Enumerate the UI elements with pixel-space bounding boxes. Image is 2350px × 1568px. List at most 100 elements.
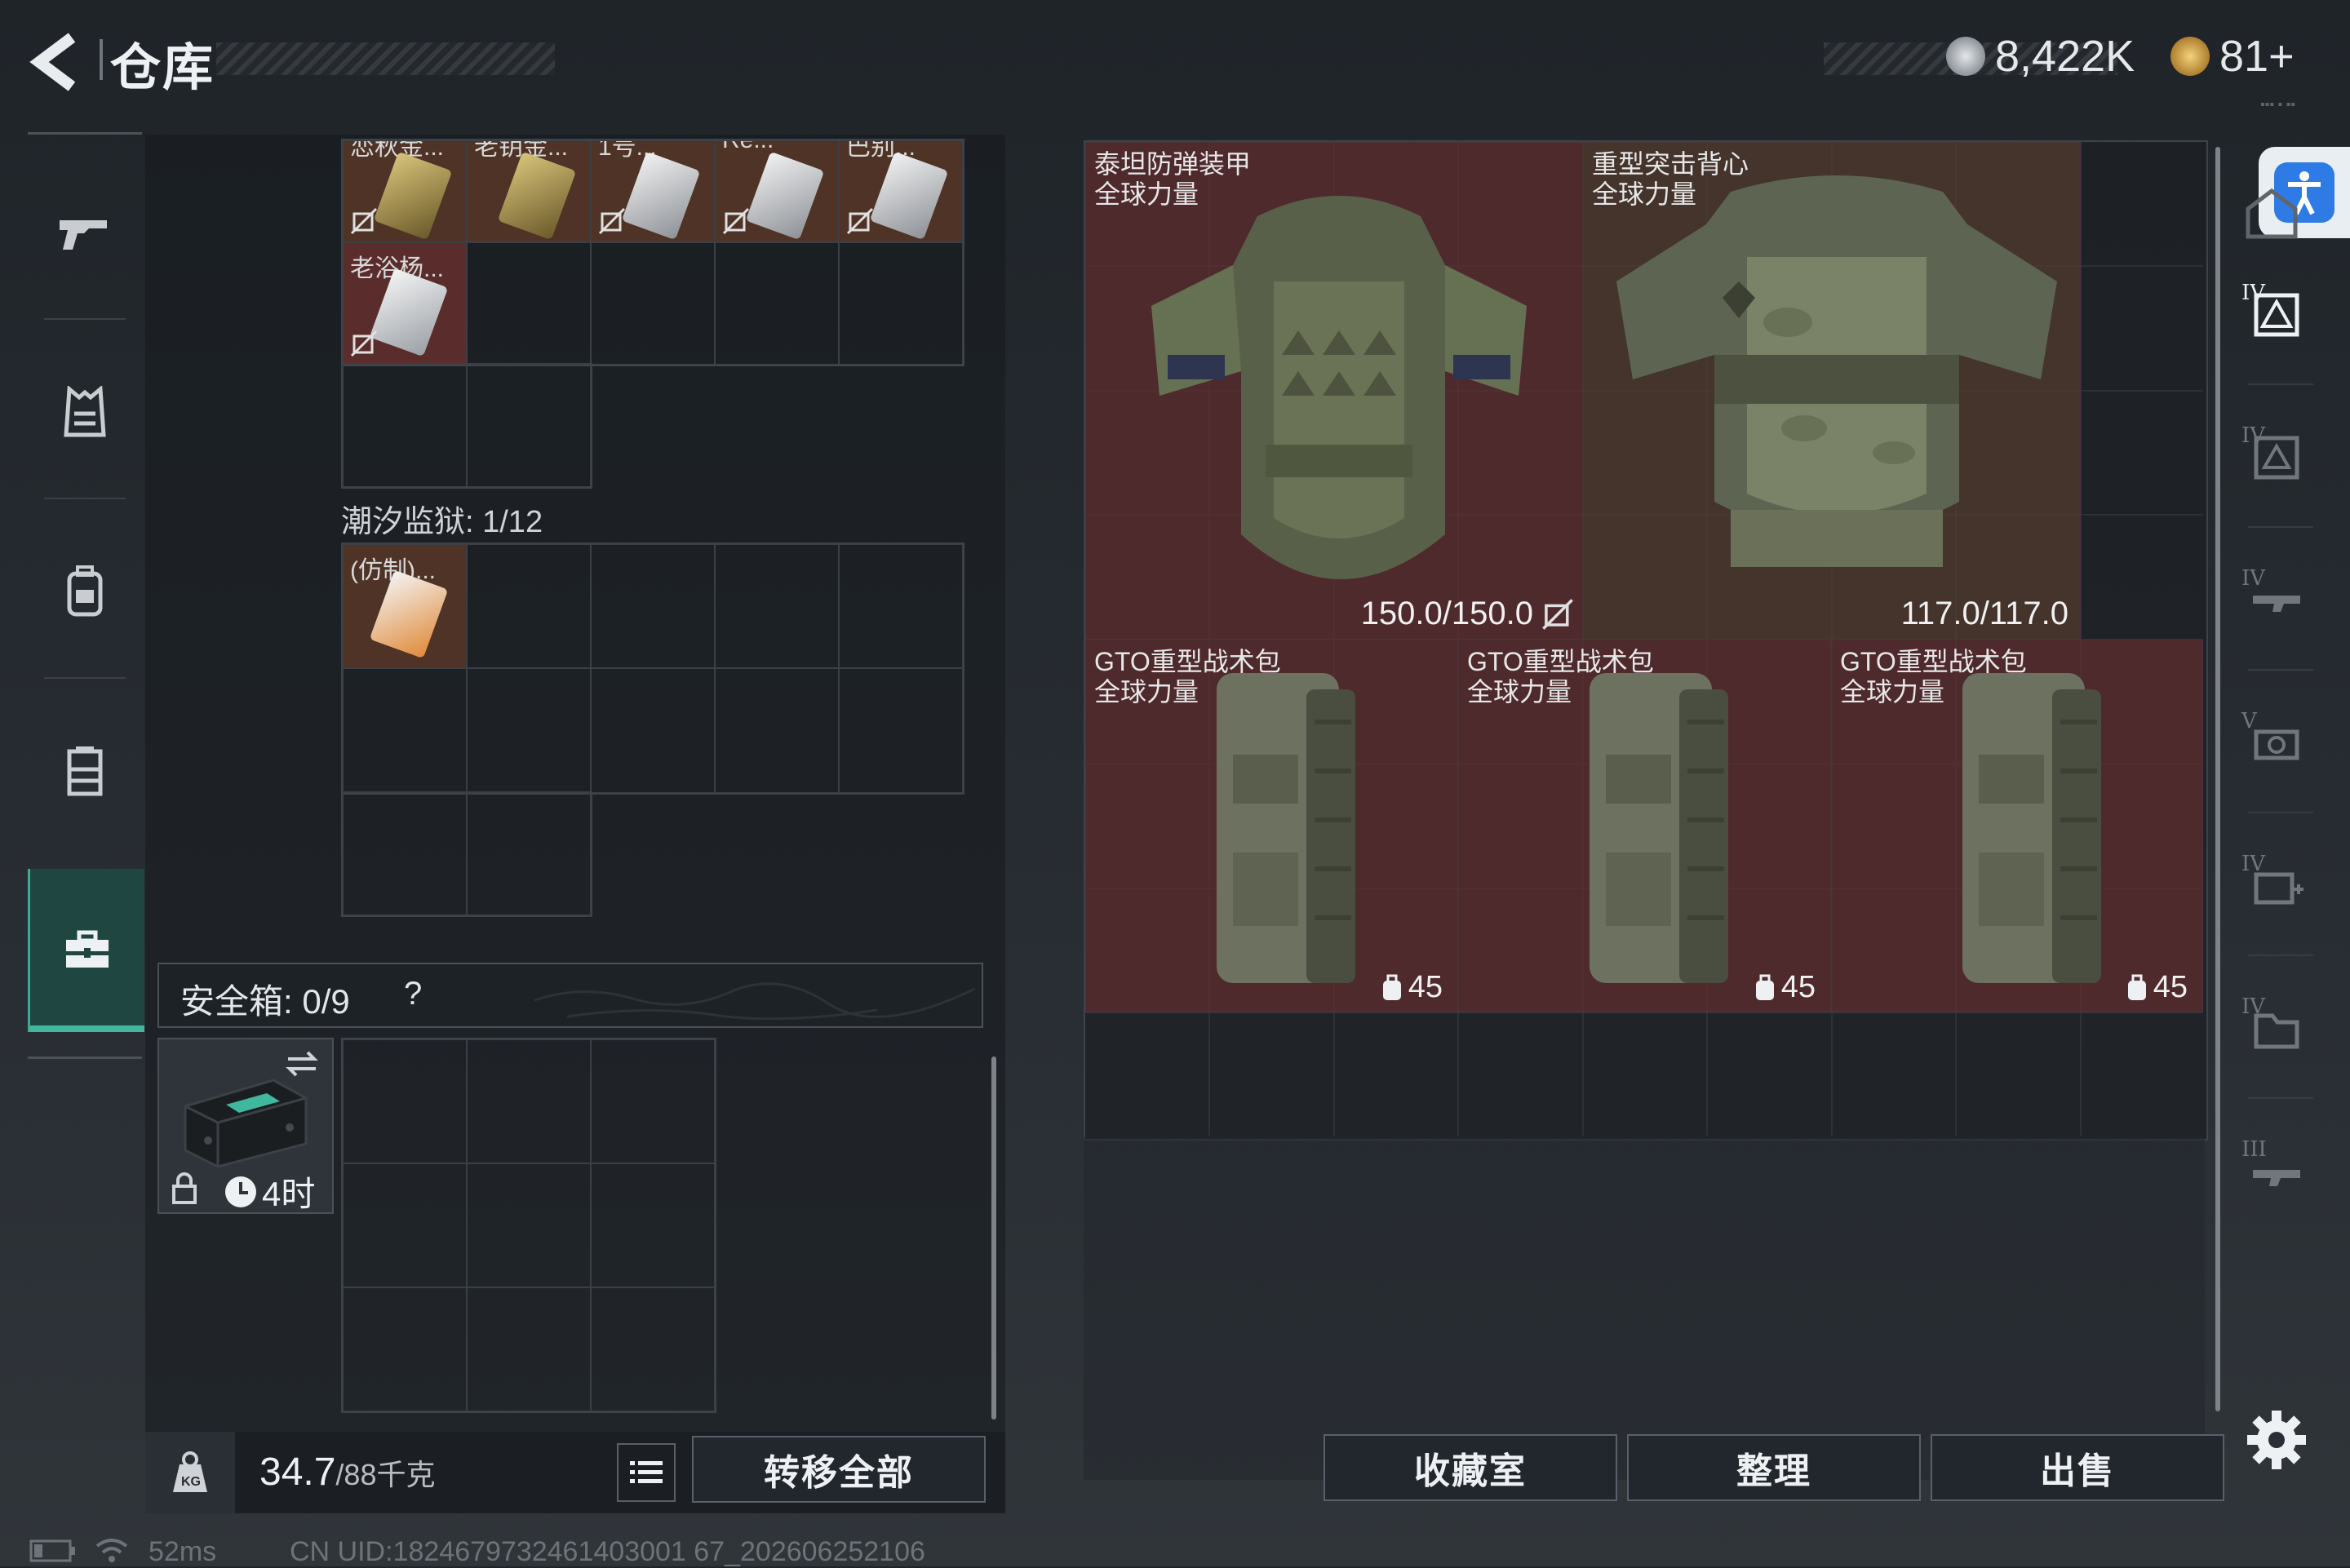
safe-case-slot[interactable]: 4时 xyxy=(157,1038,334,1214)
container-grid-top[interactable]: 恋秋金... 老钥金... 1号... Re... 巴别... 老浴杨... xyxy=(341,139,964,366)
weight-lock-button[interactable]: KG xyxy=(145,1432,235,1513)
gear-item-heavy-vest[interactable]: 重型突击背心 全球力量 117.0/117.0 xyxy=(1583,142,2081,640)
empty-slot[interactable] xyxy=(467,1287,591,1411)
svg-text:KG: KG xyxy=(181,1475,201,1489)
safebox-grid[interactable] xyxy=(341,1038,716,1413)
nav-cases[interactable] xyxy=(28,869,144,1032)
container-grid-middle[interactable]: (仿制)... xyxy=(341,543,964,795)
sell-button[interactable]: 出售 xyxy=(1931,1434,2224,1501)
empty-slot[interactable] xyxy=(343,668,467,793)
empty-slot[interactable] xyxy=(591,1163,715,1287)
empty-slot[interactable] xyxy=(591,1039,715,1163)
capacity: 45 xyxy=(1381,970,1443,1005)
gear-item-gto-bag-1[interactable]: GTO重型战术包 全球力量 45 xyxy=(1085,640,1458,1012)
settings-button[interactable] xyxy=(2244,1407,2309,1473)
empty-slot[interactable] xyxy=(839,544,963,668)
filter-separator xyxy=(2248,526,2313,528)
nav-armor[interactable] xyxy=(28,330,142,494)
item-keycard-4[interactable]: Re... xyxy=(715,140,839,242)
list-view-button[interactable] xyxy=(617,1443,676,1502)
nav-separator xyxy=(44,677,126,679)
gto-bag-image xyxy=(1217,673,1355,983)
filter-scope-v[interactable]: V xyxy=(2232,681,2321,804)
backpack-capacity-icon xyxy=(2127,974,2146,1000)
filter-folder-iv[interactable]: IV xyxy=(2232,967,2321,1089)
battery-icon xyxy=(29,1539,75,1562)
empty-slot[interactable] xyxy=(343,1039,467,1163)
stash-empty-area xyxy=(1084,1137,2205,1480)
filter-medkit-iv[interactable]: IV xyxy=(2232,824,2321,946)
currency-gold[interactable]: 81+ xyxy=(2170,31,2295,82)
nav-rigs[interactable] xyxy=(28,689,142,853)
keycard-image xyxy=(497,151,577,241)
currency-silver[interactable]: 8,422K xyxy=(1946,31,2135,82)
swap-icon[interactable] xyxy=(283,1048,321,1080)
item-keycard-1[interactable]: 恋秋金... xyxy=(343,140,467,242)
container-grid-top-tail[interactable] xyxy=(341,363,592,489)
gear-item-gto-bag-2[interactable]: GTO重型战术包 全球力量 45 xyxy=(1458,640,1831,1012)
durability: 117.0/117.0 xyxy=(1900,596,2068,631)
empty-slot[interactable] xyxy=(715,242,839,365)
keycard-image xyxy=(745,151,825,241)
nav-backpacks[interactable] xyxy=(28,510,142,673)
heavy-vest-image xyxy=(1616,175,2057,567)
empty-slot[interactable] xyxy=(467,1039,591,1163)
tier-label: V xyxy=(2241,709,2257,733)
container-grid-middle-tail[interactable] xyxy=(341,791,592,917)
filter-weapon-iii[interactable]: III xyxy=(2232,1110,2321,1232)
empty-slot[interactable] xyxy=(715,668,839,793)
transfer-all-button[interactable]: 转移全部 xyxy=(692,1436,986,1503)
safebox-header: 安全箱: 0/9 ? xyxy=(157,963,983,1028)
empty-slot[interactable] xyxy=(839,242,963,365)
stash-scrollbar[interactable] xyxy=(2215,147,2220,1411)
empty-slot[interactable] xyxy=(343,1163,467,1287)
empty-slot[interactable] xyxy=(467,1163,591,1287)
filter-armor-iv[interactable]: IV xyxy=(2232,253,2321,375)
keycard-image xyxy=(373,151,453,241)
empty-slot[interactable] xyxy=(467,791,591,915)
item-label: Re... xyxy=(722,141,774,154)
gear-item-titan-armor[interactable]: 泰坦防弹装甲 全球力量 150.0/150.0 xyxy=(1085,142,1583,640)
empty-slot[interactable] xyxy=(591,242,715,365)
weight-max: /88千克 xyxy=(335,1458,436,1491)
weight-value: 34.7 xyxy=(259,1451,336,1494)
empty-slot[interactable] xyxy=(467,363,591,487)
page-title: 仓库 xyxy=(110,40,215,96)
rig-icon xyxy=(67,746,103,796)
tiny-hatch: ▪▪▪ ▪ ▪▪ xyxy=(2260,98,2295,112)
empty-slot[interactable] xyxy=(591,1287,715,1411)
empty-slot[interactable] xyxy=(715,544,839,668)
title-hatch-decoration xyxy=(216,42,555,75)
back-button[interactable] xyxy=(24,29,90,95)
item-keycard-2[interactable]: 老钥金... xyxy=(467,140,591,242)
help-icon[interactable]: ? xyxy=(404,976,422,1012)
armor-vest-icon xyxy=(64,386,106,437)
left-category-nav xyxy=(28,132,144,1059)
safebox-label: 安全箱: 0/9 xyxy=(180,982,350,1021)
sort-button[interactable]: 整理 xyxy=(1627,1434,1921,1501)
collection-room-button[interactable]: 收藏室 xyxy=(1324,1434,1617,1501)
empty-slot[interactable] xyxy=(467,544,591,668)
item-replica-card[interactable]: (仿制)... xyxy=(343,544,467,668)
empty-slot[interactable] xyxy=(467,668,591,793)
empty-slot[interactable] xyxy=(343,363,467,487)
empty-slot[interactable] xyxy=(343,791,467,915)
filter-separator xyxy=(2248,383,2313,385)
nav-weapons[interactable] xyxy=(28,151,142,314)
item-keycard-6[interactable]: 老浴杨... xyxy=(343,242,467,365)
filter-rifle-iv[interactable]: IV xyxy=(2232,538,2321,661)
item-keycard-5[interactable]: 巴别... xyxy=(839,140,963,242)
empty-slot[interactable] xyxy=(467,242,591,365)
home-filter-icon[interactable] xyxy=(2243,184,2300,241)
item-keycard-3[interactable]: 1号... xyxy=(591,140,715,242)
empty-slot[interactable] xyxy=(839,668,963,793)
empty-slot[interactable] xyxy=(591,544,715,668)
storage-scrollbar[interactable] xyxy=(991,1056,996,1420)
gear-item-gto-bag-3[interactable]: GTO重型战术包 全球力量 45 xyxy=(1831,640,2203,1012)
gear-icon xyxy=(2247,1411,2306,1469)
empty-slot[interactable] xyxy=(343,1287,467,1411)
filter-column: IV IV IV V IV IV III xyxy=(2232,139,2321,1485)
filter-helmet-iv[interactable]: IV xyxy=(2232,396,2321,518)
empty-slot[interactable] xyxy=(591,668,715,793)
top-bar: 仓库 8,422K 81+ ▪▪▪ ▪ ▪▪ xyxy=(0,0,2350,122)
